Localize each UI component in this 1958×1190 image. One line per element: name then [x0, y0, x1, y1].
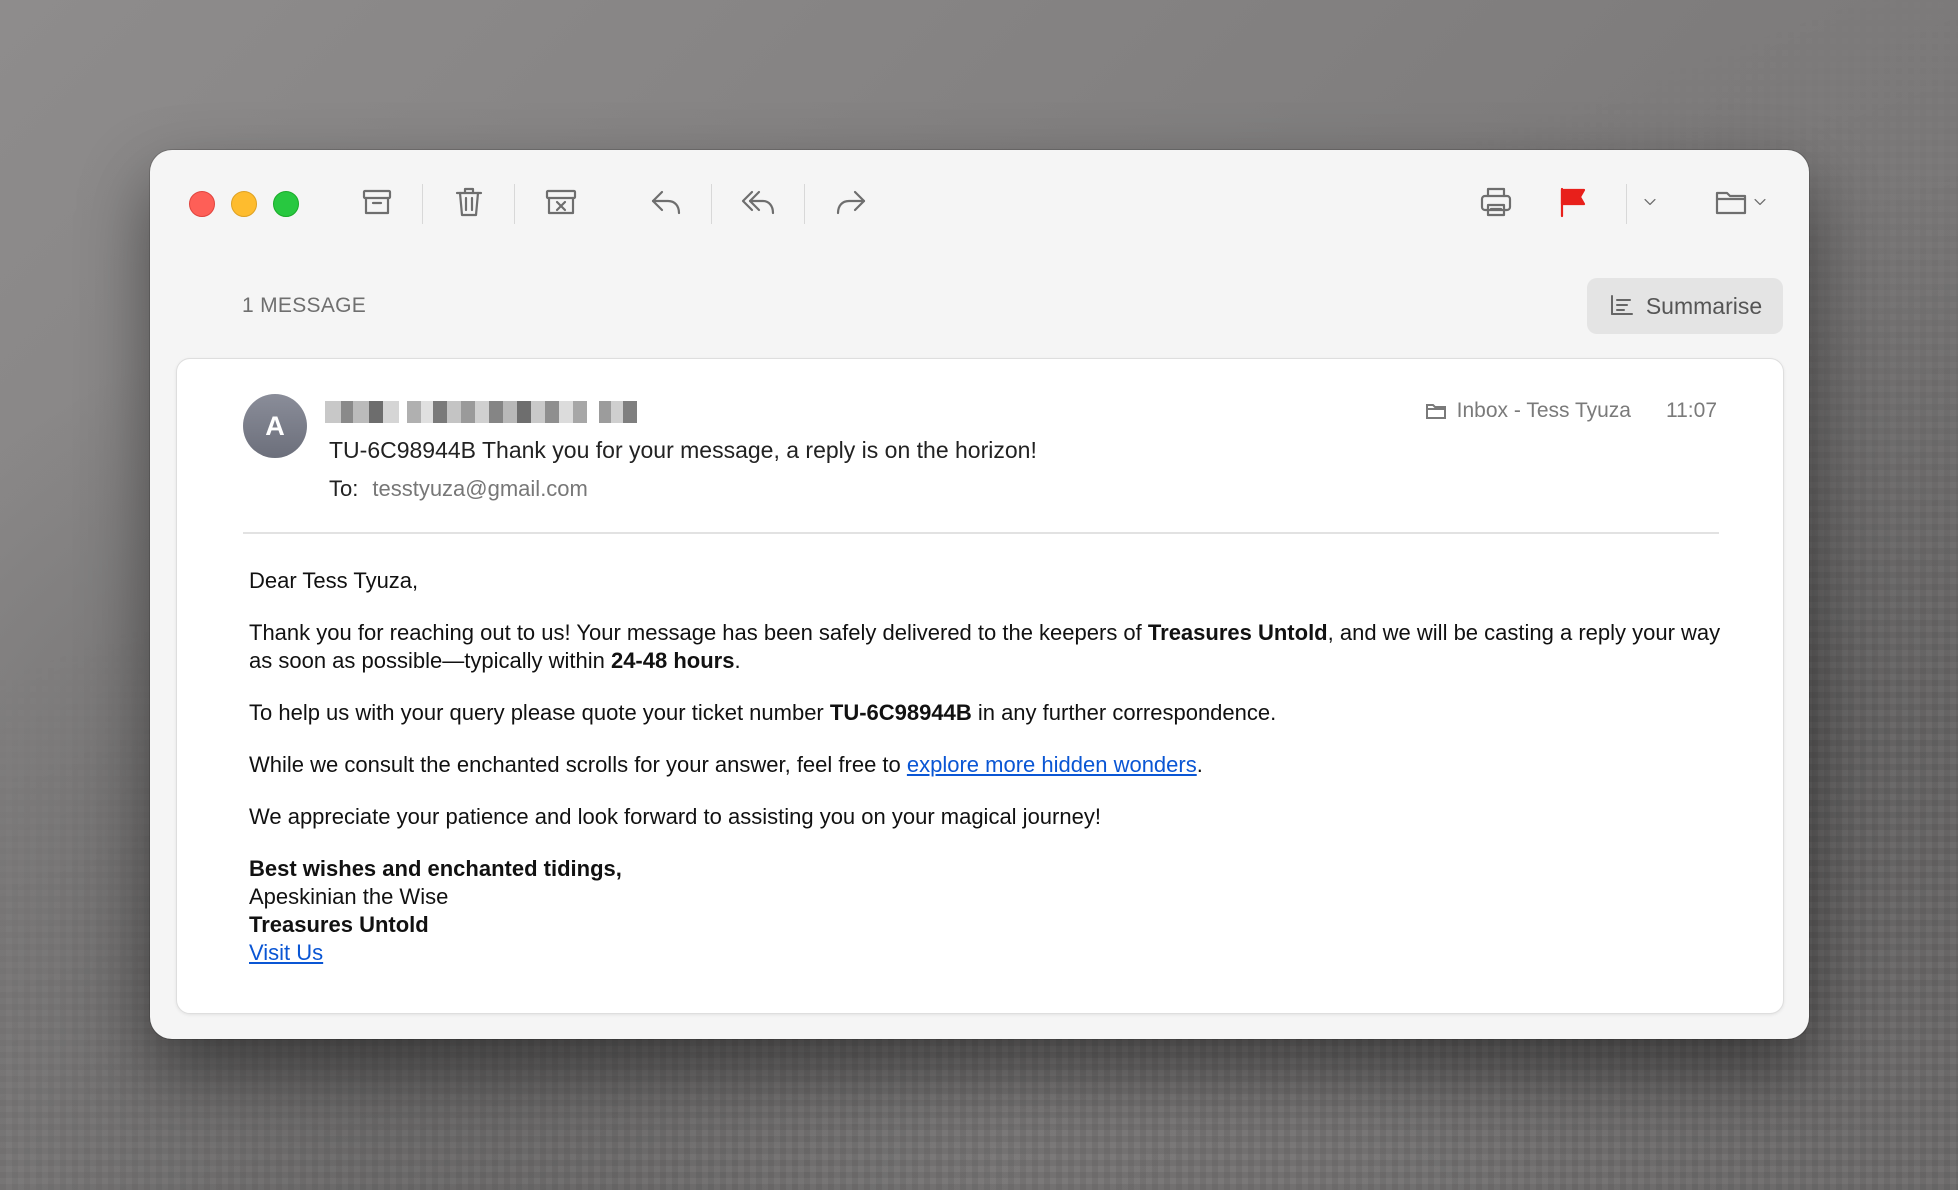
print-button[interactable] — [1466, 176, 1526, 228]
message-body: Dear Tess Tyuza, Thank you for reaching … — [249, 567, 1729, 967]
message-time: 11:07 — [1666, 399, 1717, 422]
chevron-down-icon — [1644, 198, 1656, 206]
reply-icon — [651, 190, 681, 215]
summarise-icon — [1610, 295, 1633, 315]
trash-icon — [455, 187, 483, 217]
signoff: Best wishes and enchanted tidings, — [249, 856, 622, 881]
archive-button[interactable] — [347, 176, 407, 228]
message-count: 1 MESSAGE — [242, 294, 367, 317]
message-card: A TU-6C98944B Thank you for your message… — [176, 358, 1784, 1014]
reply-all-button[interactable] — [728, 176, 788, 228]
sender-name-redacted — [325, 401, 637, 423]
paragraph-1: Thank you for reaching out to us! Your m… — [249, 619, 1729, 675]
delete-button[interactable] — [439, 176, 499, 228]
text-span: . — [734, 648, 741, 673]
printer-icon — [1480, 187, 1512, 217]
text-span: To help us with your query please quote … — [249, 700, 830, 725]
signature-company: Treasures Untold — [249, 912, 429, 937]
text-span: . — [1196, 752, 1203, 777]
toolbar-separator — [422, 184, 423, 224]
paragraph-4: We appreciate your patience and look for… — [249, 804, 1101, 829]
junk-icon — [545, 189, 577, 215]
zoom-window-button[interactable] — [273, 191, 299, 217]
toolbar-separator — [804, 184, 805, 224]
folder-icon — [1425, 404, 1446, 419]
text-span: Thank you for reaching out to us! Your m… — [249, 620, 1148, 645]
summarise-label: Summarise — [1645, 292, 1763, 319]
signature: Best wishes and enchanted tidings, Apesk… — [249, 855, 1729, 967]
to-label: To: — [329, 476, 359, 501]
forward-icon — [836, 190, 866, 215]
mail-window: 1 MESSAGE Summarise A TU-6C98944B Thank … — [150, 150, 1809, 1039]
text-span: in any further correspondence. — [971, 700, 1277, 725]
avatar: A — [243, 394, 307, 458]
text-span: While we consult the enchanted scrolls f… — [249, 752, 907, 777]
move-to-mailbox-button[interactable] — [1702, 176, 1782, 228]
message-subject: TU-6C98944B Thank you for your message, … — [329, 437, 1037, 463]
toolbar-separator — [1626, 184, 1627, 224]
greeting: Dear Tess Tyuza, — [249, 568, 419, 593]
chevron-down-icon — [1754, 198, 1766, 206]
flag-menu-button[interactable] — [1630, 176, 1670, 228]
bold-text: Treasures Untold — [1147, 620, 1328, 645]
toolbar-separator — [711, 184, 712, 224]
bold-text: 24-48 hours — [610, 648, 735, 673]
summarise-button[interactable]: Summarise — [1587, 278, 1783, 334]
reply-all-icon — [741, 190, 775, 215]
header-divider — [243, 532, 1719, 534]
paragraph-3: While we consult the enchanted scrolls f… — [249, 751, 1729, 779]
forward-button[interactable] — [821, 176, 881, 228]
paragraph-2: To help us with your query please quote … — [249, 699, 1729, 727]
minimize-window-button[interactable] — [231, 191, 257, 217]
mailbox-name: Inbox - Tess Tyuza — [1456, 399, 1631, 422]
signature-name: Apeskinian the Wise — [249, 884, 449, 909]
visit-us-link[interactable]: Visit Us — [249, 940, 323, 965]
window-controls — [189, 191, 299, 217]
close-window-button[interactable] — [189, 191, 215, 217]
flag-button[interactable] — [1542, 176, 1602, 228]
ticket-number: TU-6C98944B — [829, 700, 972, 725]
toolbar-separator — [514, 184, 515, 224]
archive-icon — [362, 189, 392, 215]
flag-icon — [1560, 187, 1586, 218]
recipient-address[interactable]: tesstyuza@gmail.com — [372, 476, 588, 501]
explore-link[interactable]: explore more hidden wonders — [907, 752, 1197, 777]
junk-button[interactable] — [531, 176, 591, 228]
mailbox-indicator: Inbox - Tess Tyuza — [1425, 399, 1631, 423]
recipient-line: To: tesstyuza@gmail.com — [329, 476, 588, 502]
reply-button[interactable] — [636, 176, 696, 228]
folder-icon — [1715, 191, 1747, 215]
